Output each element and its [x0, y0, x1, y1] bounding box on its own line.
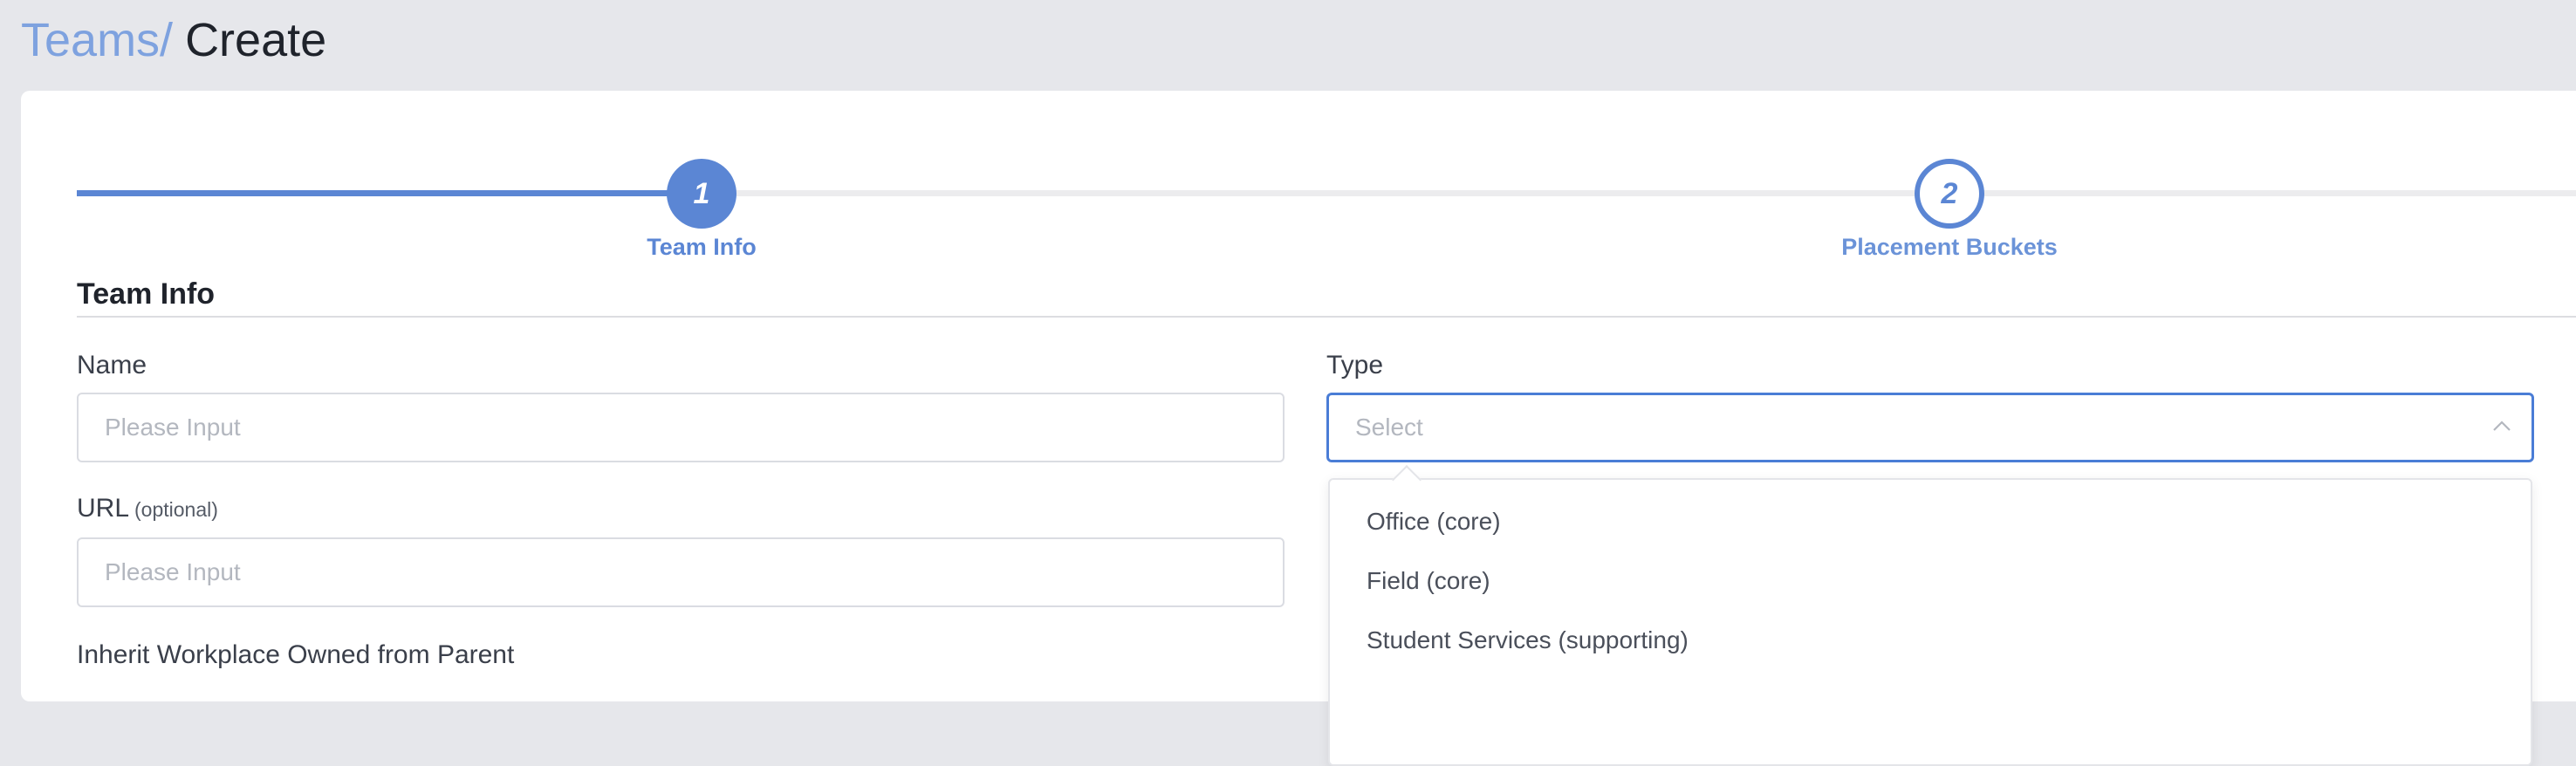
type-select-placeholder: Select [1355, 414, 1423, 441]
chevron-up-icon [2493, 421, 2511, 431]
breadcrumb: Teams/Create [21, 5, 326, 75]
type-dropdown-menu: Office (core) Field (core) Student Servi… [1328, 465, 2532, 766]
url-optional-hint: (optional) [134, 498, 218, 521]
type-select[interactable]: Select [1326, 393, 2534, 462]
url-label-text: URL [77, 494, 130, 523]
url-label: URL (optional) [77, 494, 218, 523]
section-divider [77, 316, 2576, 318]
step-1-circle[interactable]: 1 [667, 159, 736, 229]
type-option-office[interactable]: Office (core) [1367, 508, 1501, 536]
breadcrumb-teams-link[interactable]: Teams [21, 14, 160, 66]
form-card: 1 Team Info 2 Placement Buckets Team Inf… [21, 91, 2576, 766]
inherit-workplace-label: Inherit Workplace Owned from Parent [77, 640, 515, 669]
step-1-number: 1 [693, 176, 710, 210]
step-2-label[interactable]: Placement Buckets [1819, 234, 2080, 261]
page-title: Create [185, 14, 327, 66]
step-2-number: 2 [1941, 176, 1958, 210]
type-label: Type [1326, 351, 1384, 380]
type-option-field[interactable]: Field (core) [1367, 567, 1490, 595]
section-title: Team Info [77, 277, 216, 311]
step-2-circle[interactable]: 2 [1915, 159, 1984, 229]
name-label: Name [77, 351, 147, 380]
name-input[interactable] [77, 393, 1285, 462]
type-option-student-services[interactable]: Student Services (supporting) [1367, 626, 1689, 654]
dropdown-arrow [1392, 465, 1422, 495]
stepper-progress-rest [723, 190, 2576, 196]
breadcrumb-separator: / [160, 14, 174, 66]
step-1-label[interactable]: Team Info [571, 234, 832, 261]
url-input[interactable] [77, 537, 1285, 607]
stepper-progress-active [77, 190, 723, 196]
